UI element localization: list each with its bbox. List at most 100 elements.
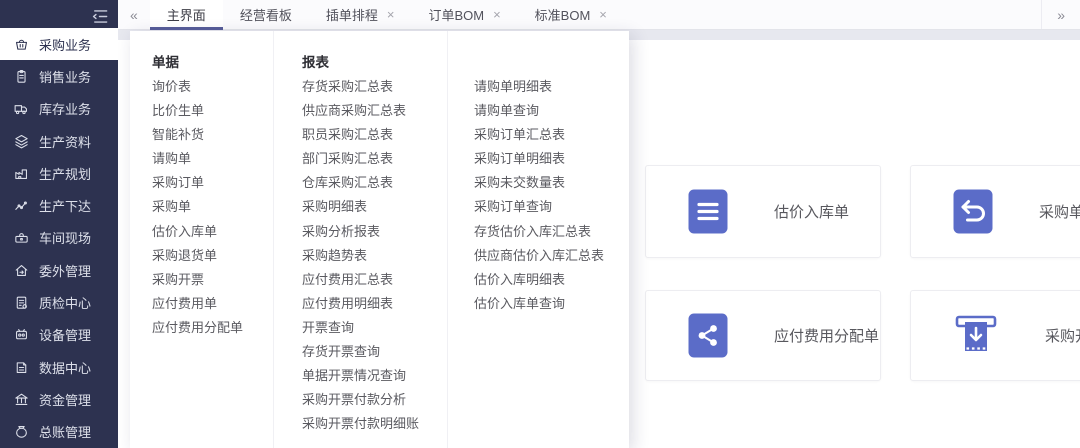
menu-item[interactable]: 智能补货 xyxy=(152,123,243,147)
tab-insert-scheduling[interactable]: 插单排程 × xyxy=(309,0,412,29)
menu-item[interactable]: 比价生单 xyxy=(152,99,243,123)
menu-item[interactable]: 请购单 xyxy=(152,147,243,171)
menu-item[interactable]: 职员采购汇总表 xyxy=(302,123,419,147)
close-icon[interactable]: × xyxy=(387,8,395,21)
delivery-truck-icon xyxy=(13,100,30,117)
sidebar-item-label: 销售业务 xyxy=(39,67,91,86)
menu-column-header: 单据 xyxy=(152,50,243,75)
data-doc-icon xyxy=(13,359,30,376)
tab-standard-bom[interactable]: 标准BOM × xyxy=(518,0,624,29)
menu-item[interactable]: 采购订单汇总表 xyxy=(474,123,604,147)
sidebar-item-label: 库存业务 xyxy=(39,99,91,118)
collapse-menu-icon[interactable] xyxy=(87,5,111,27)
sidebar-item-general-ledger[interactable]: 总账管理 xyxy=(0,416,118,448)
sidebar-item-equipment-management[interactable]: 设备管理 xyxy=(0,319,118,351)
menu-item[interactable]: 采购趋势表 xyxy=(302,244,419,268)
house-arrow-icon xyxy=(13,262,30,279)
sidebar-item-production-planning[interactable]: 生产规划 xyxy=(0,157,118,189)
sidebar-item-label: 委外管理 xyxy=(39,261,91,280)
sidebar-item-label: 车间现场 xyxy=(39,228,91,247)
menu-item[interactable]: 存货开票查询 xyxy=(302,340,419,364)
tab-main-screen[interactable]: 主界面 xyxy=(150,0,223,29)
layers-icon xyxy=(13,133,30,150)
menu-item-list: 询价表比价生单智能补货请购单采购订单采购单估价入库单采购退货单采购开票应付费用单… xyxy=(152,75,243,340)
tab-label: 订单BOM xyxy=(428,5,484,24)
menu-item[interactable]: 采购订单 xyxy=(152,171,243,195)
card-payable-expense-allocation[interactable]: 应付费用分配单 xyxy=(645,290,881,381)
sidebar-item-label: 采购业务 xyxy=(39,35,91,54)
menu-column-reports-continued: 请购单明细表请购单查询采购订单汇总表采购订单明细表采购未交数量表采购订单查询存货… xyxy=(474,31,604,316)
sidebar-item-funds-management[interactable]: 资金管理 xyxy=(0,383,118,415)
menu-item[interactable]: 应付费用明细表 xyxy=(302,292,419,316)
sidebar-item-data-center[interactable]: 数据中心 xyxy=(0,351,118,383)
card-purchase-note[interactable]: 采购单 xyxy=(910,165,1080,258)
tab-label: 主界面 xyxy=(167,5,206,24)
sidebar-item-production-dispatch[interactable]: 生产下达 xyxy=(0,189,118,221)
close-icon[interactable]: × xyxy=(599,8,607,21)
sidebar-item-quality-center[interactable]: 质检中心 xyxy=(0,286,118,318)
sidebar-item-outsourcing-management[interactable]: 委外管理 xyxy=(0,254,118,286)
menu-item[interactable]: 供应商估价入库汇总表 xyxy=(474,244,604,268)
sidebar-item-production-data[interactable]: 生产资料 xyxy=(0,125,118,157)
return-arrow-icon xyxy=(953,189,993,234)
sidebar-item-purchase-business[interactable]: 采购业务 xyxy=(0,28,118,60)
sidebar-item-label: 生产规划 xyxy=(39,164,91,183)
menu-column-divider xyxy=(447,31,448,448)
tab-bar: « 主界面 经营看板 插单排程 × 订单BOM × 标准BOM × » xyxy=(118,0,1080,30)
basket-icon xyxy=(13,36,30,53)
close-icon[interactable]: × xyxy=(493,8,501,21)
trend-chart-icon xyxy=(13,197,30,214)
menu-item[interactable]: 应付费用单 xyxy=(152,292,243,316)
menu-item[interactable]: 采购开票 xyxy=(152,268,243,292)
menu-item[interactable]: 采购分析报表 xyxy=(302,220,419,244)
menu-item[interactable]: 采购订单明细表 xyxy=(474,147,604,171)
sidebar-item-sales-business[interactable]: 销售业务 xyxy=(0,60,118,92)
menu-item[interactable]: 采购退货单 xyxy=(152,244,243,268)
tab-label: 插单排程 xyxy=(326,5,378,24)
sidebar-item-label: 质检中心 xyxy=(39,293,91,312)
menu-item[interactable]: 应付费用分配单 xyxy=(152,316,243,340)
menu-item-list: 请购单明细表请购单查询采购订单汇总表采购订单明细表采购未交数量表采购订单查询存货… xyxy=(474,75,604,316)
menu-item[interactable]: 存货估价入库汇总表 xyxy=(474,220,604,244)
tabs-scroll-left-icon[interactable]: « xyxy=(118,0,150,29)
sidebar-item-inventory-business[interactable]: 库存业务 xyxy=(0,93,118,125)
factory-icon xyxy=(13,165,30,182)
menu-item[interactable]: 采购单 xyxy=(152,195,243,219)
sidebar-nav: 采购业务 销售业务 库存业务 生产资料 生产规划 生产下达 车间现场 委外管理 xyxy=(0,28,118,448)
menu-item[interactable]: 采购开票付款分析 xyxy=(302,388,419,412)
menu-item[interactable]: 采购明细表 xyxy=(302,195,419,219)
tabs-scroll-right-icon[interactable]: » xyxy=(1041,0,1080,29)
card-purchase-invoicing[interactable]: 采购开票 xyxy=(910,290,1080,381)
menu-item[interactable]: 仓库采购汇总表 xyxy=(302,171,419,195)
menu-item[interactable]: 请购单明细表 xyxy=(474,75,604,99)
card-label: 估价入库单 xyxy=(774,201,849,222)
card-estimated-receipt-note[interactable]: 估价入库单 xyxy=(645,165,881,258)
menu-item[interactable]: 询价表 xyxy=(152,75,243,99)
menu-item[interactable]: 供应商采购汇总表 xyxy=(302,99,419,123)
menu-item[interactable]: 请购单查询 xyxy=(474,99,604,123)
card-label: 应付费用分配单 xyxy=(774,325,879,346)
menu-item[interactable]: 估价入库单查询 xyxy=(474,292,604,316)
menu-item[interactable]: 采购未交数量表 xyxy=(474,171,604,195)
tab-order-bom[interactable]: 订单BOM × xyxy=(411,0,517,29)
clipboard-icon xyxy=(13,68,30,85)
menu-item[interactable]: 单据开票情况查询 xyxy=(302,364,419,388)
menu-item[interactable]: 估价入库单 xyxy=(152,220,243,244)
doc-lines-icon xyxy=(688,189,728,234)
menu-item[interactable]: 应付费用汇总表 xyxy=(302,268,419,292)
tab-business-dashboard[interactable]: 经营看板 xyxy=(223,0,309,29)
menu-item[interactable]: 采购订单查询 xyxy=(474,195,604,219)
menu-item[interactable]: 估价入库明细表 xyxy=(474,268,604,292)
menu-item[interactable]: 存货采购汇总表 xyxy=(302,75,419,99)
menu-column-header xyxy=(474,50,604,75)
sidebar-item-label: 生产资料 xyxy=(39,132,91,151)
sidebar-item-label: 设备管理 xyxy=(39,325,91,344)
menu-item[interactable]: 开票查询 xyxy=(302,316,419,340)
menu-item[interactable]: 采购开票付款明细账 xyxy=(302,412,419,436)
card-label: 采购单 xyxy=(1039,201,1080,222)
sidebar-item-workshop-floor[interactable]: 车间现场 xyxy=(0,222,118,254)
tab-label: 标准BOM xyxy=(535,5,591,24)
tab-list: 主界面 经营看板 插单排程 × 订单BOM × 标准BOM × xyxy=(150,0,624,29)
menu-item-list: 存货采购汇总表供应商采购汇总表职员采购汇总表部门采购汇总表仓库采购汇总表采购明细… xyxy=(302,75,419,436)
menu-item[interactable]: 部门采购汇总表 xyxy=(302,147,419,171)
